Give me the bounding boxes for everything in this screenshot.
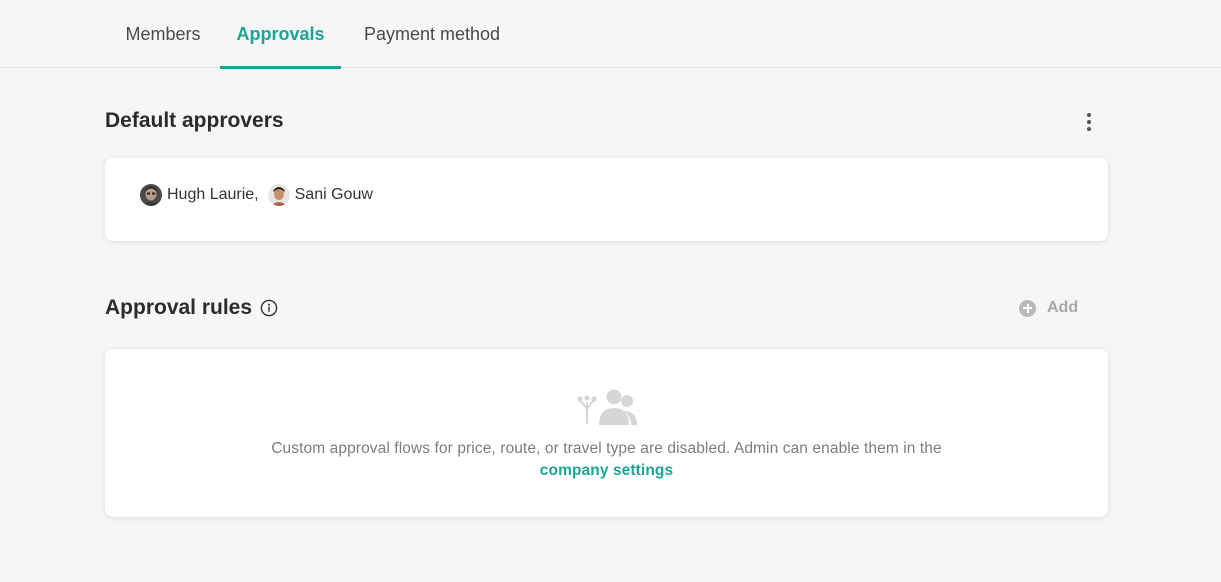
approval-flow-people-icon bbox=[577, 387, 639, 427]
tab-members[interactable]: Members bbox=[108, 0, 218, 68]
avatar bbox=[267, 184, 290, 206]
info-icon[interactable] bbox=[260, 299, 278, 317]
approver-separator: , bbox=[254, 186, 259, 203]
approver-list: Hugh Laurie, Sani Gouw bbox=[140, 184, 373, 206]
kebab-menu-icon[interactable] bbox=[1080, 110, 1098, 134]
approver-item: Sani Gouw bbox=[267, 184, 373, 206]
approval-rules-card: Custom approval flows for price, route, … bbox=[105, 349, 1108, 517]
approval-rules-header: Approval rules bbox=[105, 296, 278, 320]
company-settings-link[interactable]: company settings bbox=[540, 462, 673, 479]
default-approvers-card: Hugh Laurie, Sani Gouw bbox=[105, 158, 1108, 241]
empty-state-text: Custom approval flows for price, route, … bbox=[271, 440, 942, 457]
default-approvers-title: Default approvers bbox=[105, 109, 284, 132]
approval-rules-title: Approval rules bbox=[105, 296, 253, 319]
tab-approvals[interactable]: Approvals bbox=[220, 0, 341, 69]
tab-bar: Members Approvals Payment method bbox=[0, 0, 1221, 69]
plus-circle-icon bbox=[1019, 299, 1036, 317]
tab-payment-method[interactable]: Payment method bbox=[343, 0, 521, 68]
add-rule-button[interactable]: Add bbox=[1019, 298, 1078, 318]
approver-name: Sani Gouw bbox=[294, 186, 373, 203]
empty-state-message: Custom approval flows for price, route, … bbox=[255, 438, 958, 482]
add-label: Add bbox=[1047, 299, 1079, 316]
approver-name: Hugh Laurie bbox=[167, 186, 255, 203]
approver-item: Hugh Laurie, bbox=[140, 184, 268, 206]
avatar bbox=[140, 184, 162, 206]
